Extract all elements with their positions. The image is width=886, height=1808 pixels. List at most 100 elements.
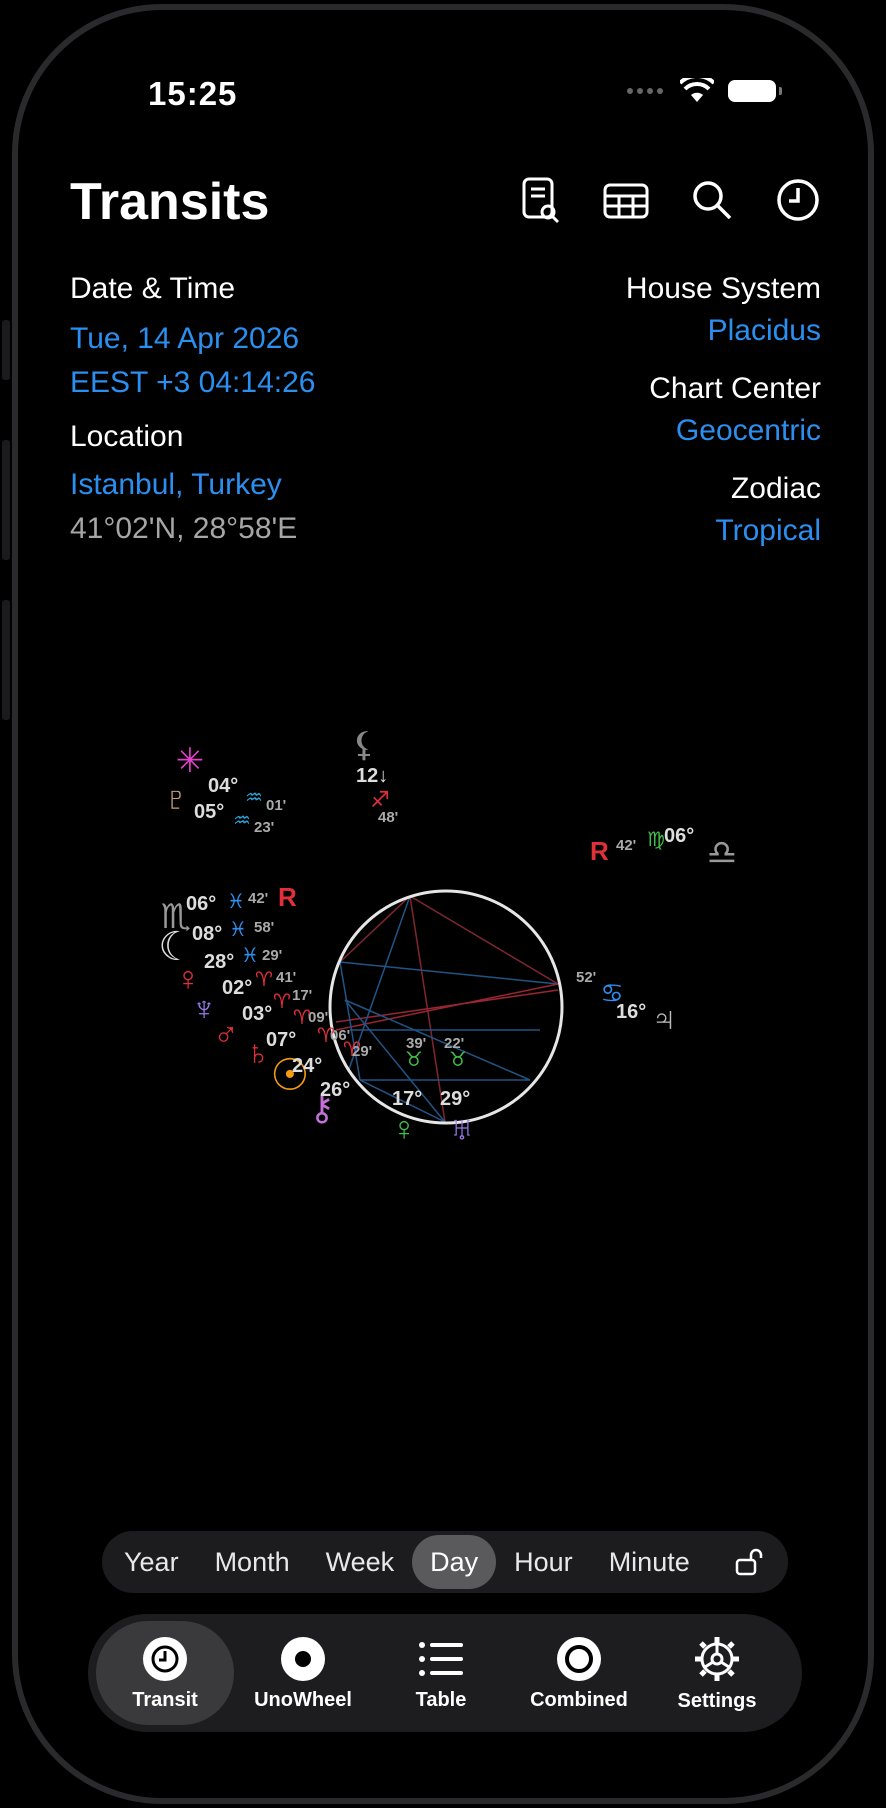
tab-table[interactable]: Table bbox=[372, 1621, 510, 1725]
chart-label: 01' bbox=[266, 797, 286, 814]
jupiter-icon: ♃ bbox=[651, 1000, 677, 1038]
date-time-label: Date & Time bbox=[70, 272, 236, 305]
status-icons bbox=[626, 78, 782, 104]
chart-label: 24° bbox=[292, 1055, 322, 1077]
gear-icon bbox=[695, 1636, 739, 1681]
chart-label: 06° bbox=[186, 893, 216, 915]
clock-icon[interactable] bbox=[774, 176, 822, 224]
chart-center-value[interactable]: Geocentric bbox=[676, 414, 821, 448]
chart-label: 12↓ bbox=[356, 765, 388, 787]
wifi-icon bbox=[680, 78, 714, 102]
status-time: 15:25 bbox=[148, 75, 238, 112]
venus-icon: ♀ bbox=[391, 1110, 417, 1148]
chart-label: 23' bbox=[254, 819, 274, 836]
virgo-icon: ♍ bbox=[647, 829, 665, 851]
chart-label: 03° bbox=[242, 1003, 272, 1025]
chart-label: 48' bbox=[378, 809, 398, 826]
segment-month[interactable]: Month bbox=[197, 1535, 308, 1589]
search-icon[interactable] bbox=[688, 176, 736, 224]
chart-label: 17° bbox=[392, 1088, 422, 1110]
zodiac-value[interactable]: Tropical bbox=[715, 514, 821, 548]
chart-label: 42' bbox=[248, 890, 268, 907]
side-button bbox=[2, 440, 10, 560]
time-step-control: Year Month Week Day Hour Minute bbox=[102, 1531, 788, 1593]
chart-label: 09' bbox=[308, 1009, 328, 1026]
chart-center-label: Chart Center bbox=[649, 372, 821, 405]
retrograde-label: R bbox=[278, 882, 297, 912]
chart-label: 02° bbox=[222, 977, 252, 999]
location-value[interactable]: Istanbul, Turkey bbox=[70, 468, 282, 502]
time-value[interactable]: EEST +3 04:14:26 bbox=[70, 366, 315, 400]
tab-label: Transit bbox=[132, 1688, 198, 1711]
chart-label: 52' bbox=[576, 969, 596, 986]
chart-label: 58' bbox=[254, 919, 274, 936]
battery-icon bbox=[728, 80, 782, 102]
pisces-icon: ♓ bbox=[229, 919, 247, 941]
chart-label: 05° bbox=[194, 801, 224, 823]
pisces-icon: ♓ bbox=[241, 945, 259, 967]
segment-hour[interactable]: Hour bbox=[496, 1535, 591, 1589]
segment-week[interactable]: Week bbox=[308, 1535, 413, 1589]
aquarius-icon: ♒ bbox=[233, 810, 251, 832]
chart-label: 08° bbox=[192, 923, 222, 945]
aquarius-icon: ♒ bbox=[245, 787, 263, 809]
ring-icon bbox=[557, 1636, 601, 1681]
transit-chart[interactable]: ⚸ ♐ ✳ ♇ ♏ ☾ ♀ ♆ ♂ ♄ ☉ ⚷ ♀ ♅ ♃ ♎ ♋ 12↓ 48… bbox=[0, 700, 886, 1360]
chart-label: 42' bbox=[616, 837, 636, 854]
taurus-icon: ♉ bbox=[449, 1049, 467, 1071]
side-button bbox=[2, 320, 10, 380]
sign-glyphs: ♒ ♒ ♍ ♓ ♓ ♓ ♈ ♈ ♈ ♈ ♈ ♉ ♉ bbox=[227, 787, 665, 1071]
asteroid-icon: ✳ bbox=[176, 742, 205, 780]
tab-settings[interactable]: Settings bbox=[648, 1621, 786, 1725]
aries-icon: ♈ bbox=[343, 1039, 361, 1061]
segment-minute[interactable]: Minute bbox=[591, 1535, 708, 1589]
chart-label: 04° bbox=[208, 775, 238, 797]
unlock-icon[interactable] bbox=[734, 1546, 766, 1578]
zodiac-label: Zodiac bbox=[730, 472, 821, 505]
retrograde-label: R bbox=[590, 836, 609, 866]
taurus-icon: ♉ bbox=[405, 1049, 423, 1071]
chart-label: 29' bbox=[262, 947, 282, 964]
chart-label: 17' bbox=[292, 987, 312, 1004]
tab-label: Settings bbox=[677, 1689, 757, 1712]
mars-icon: ♂ bbox=[213, 1016, 239, 1054]
page-title: Transits bbox=[70, 173, 270, 231]
house-system-label: House System bbox=[625, 272, 821, 305]
table-icon[interactable] bbox=[602, 176, 650, 224]
tab-transit[interactable]: Transit bbox=[96, 1621, 234, 1725]
chart-label: 29° bbox=[440, 1088, 470, 1110]
list-icon bbox=[419, 1641, 463, 1676]
document-search-icon[interactable] bbox=[516, 176, 564, 224]
chart-label: 16° bbox=[616, 1001, 646, 1023]
house-system-value[interactable]: Placidus bbox=[708, 314, 821, 348]
tab-unowheel[interactable]: UnoWheel bbox=[234, 1621, 372, 1725]
aries-icon: ♈ bbox=[317, 1025, 335, 1047]
chart-label: 26° bbox=[320, 1079, 350, 1101]
uranus-icon: ♅ bbox=[449, 1110, 475, 1148]
lilith-icon: ⚸ bbox=[352, 726, 377, 764]
tab-bar: Transit UnoWheel Table Combined Settings bbox=[88, 1614, 802, 1732]
coordinates: 41°02'N, 28°58'E bbox=[70, 512, 298, 545]
pisces-icon: ♓ bbox=[227, 891, 245, 913]
toolbar bbox=[516, 176, 822, 224]
chart-label: 28° bbox=[204, 951, 234, 973]
chart-label: 41' bbox=[276, 969, 296, 986]
signal-icon bbox=[627, 88, 663, 94]
location-label: Location bbox=[70, 420, 184, 453]
node-icon: ♎ bbox=[707, 834, 737, 872]
clock-icon bbox=[143, 1636, 187, 1681]
tab-label: Table bbox=[415, 1688, 467, 1711]
date-value[interactable]: Tue, 14 Apr 2026 bbox=[70, 322, 299, 356]
aries-icon: ♈ bbox=[255, 969, 273, 991]
aries-icon: ♈ bbox=[273, 991, 291, 1013]
chart-label: 07° bbox=[266, 1029, 296, 1051]
chart-label: 06° bbox=[664, 825, 694, 847]
pluto-icon: ♇ bbox=[163, 780, 189, 818]
segment-year[interactable]: Year bbox=[106, 1535, 197, 1589]
tab-label: UnoWheel bbox=[254, 1688, 352, 1711]
aries-icon: ♈ bbox=[293, 1007, 311, 1029]
tab-label: Combined bbox=[530, 1688, 628, 1711]
tab-combined[interactable]: Combined bbox=[510, 1621, 648, 1725]
wheel-icon bbox=[281, 1636, 325, 1681]
segment-day[interactable]: Day bbox=[412, 1535, 497, 1589]
